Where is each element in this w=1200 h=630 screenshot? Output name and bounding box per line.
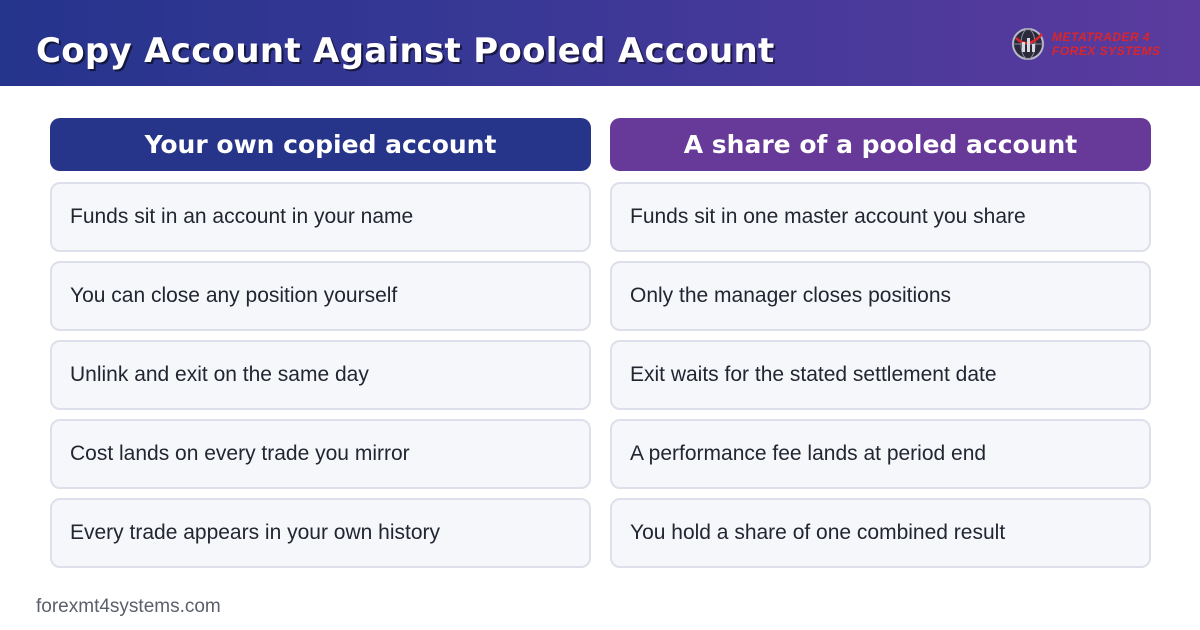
page-title: Copy Account Against Pooled Account: [36, 31, 775, 71]
row-text: Exit waits for the stated settlement dat…: [630, 363, 997, 386]
comparison-row-left: Cost lands on every trade you mirror: [50, 419, 591, 489]
row-text: Every trade appears in your own history: [70, 521, 441, 544]
footer-site-url[interactable]: forexmt4systems.com: [36, 596, 221, 618]
row-text: Unlink and exit on the same day: [70, 363, 369, 386]
comparison-row-left: You can close any position yourself: [50, 261, 591, 331]
row-text: Only the manager closes positions: [630, 284, 951, 307]
row-text: A performance fee lands at period end: [630, 442, 987, 465]
row-text: Funds sit in one master account you shar…: [630, 205, 1026, 228]
row-text: Cost lands on every trade you mirror: [70, 442, 410, 465]
comparison-row-left: Funds sit in an account in your name: [50, 182, 591, 252]
column-header-copied-account: Your own copied account: [50, 118, 591, 171]
logo-line2: FOREX SYSTEMS: [1052, 44, 1161, 58]
comparison-row-right: Funds sit in one master account you shar…: [610, 182, 1151, 252]
site-logo[interactable]: METATRADER 4 FOREX SYSTEMS: [1010, 24, 1180, 64]
row-text: Funds sit in an account in your name: [70, 205, 414, 228]
header-banner: Copy Account Against Pooled Account META…: [0, 0, 1200, 86]
comparison-row-right: Exit waits for the stated settlement dat…: [610, 340, 1151, 410]
column-header-pooled-account: A share of a pooled account: [610, 118, 1151, 171]
comparison-row-left: Unlink and exit on the same day: [50, 340, 591, 410]
globe-chart-icon: METATRADER 4 FOREX SYSTEMS: [1012, 28, 1161, 60]
comparison-row-right: Only the manager closes positions: [610, 261, 1151, 331]
comparison-row-left: Every trade appears in your own history: [50, 498, 591, 568]
comparison-row-right: A performance fee lands at period end: [610, 419, 1151, 489]
logo-line1: METATRADER 4: [1052, 30, 1150, 44]
comparison-row-right: You hold a share of one combined result: [610, 498, 1151, 568]
row-text: You can close any position yourself: [70, 284, 398, 307]
row-text: You hold a share of one combined result: [630, 521, 1006, 544]
